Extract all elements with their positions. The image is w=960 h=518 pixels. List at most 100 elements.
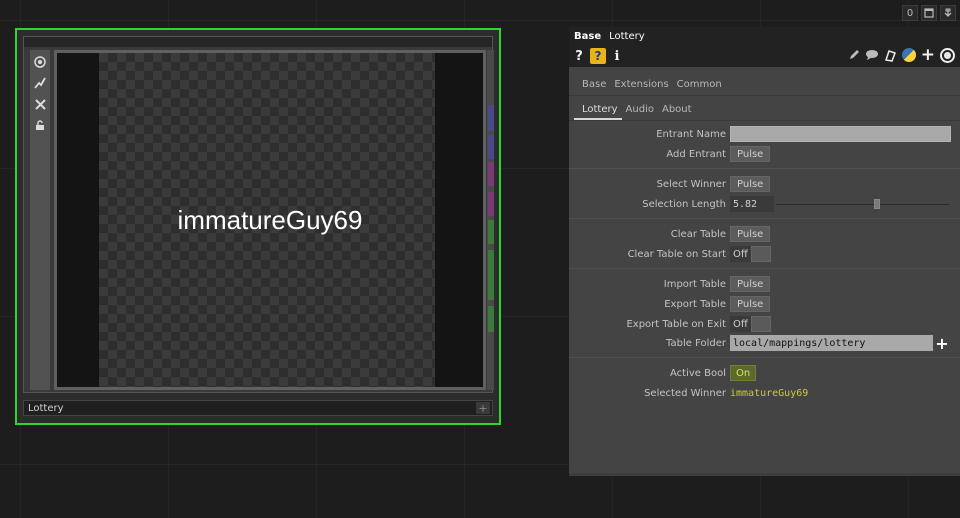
param-export-table-on-exit: Export Table on Exit Off (569, 315, 960, 333)
node-header[interactable] (24, 37, 492, 47)
output-connector[interactable] (488, 105, 494, 131)
window-icon[interactable] (921, 5, 937, 21)
clear-table-on-start-toggle[interactable]: Off (730, 246, 771, 262)
node-body: immatureGuy69 (23, 36, 494, 393)
viewer-canvas: immatureGuy69 (57, 53, 483, 387)
clear-table-pulse-button[interactable]: Pulse (730, 226, 771, 242)
group-divider (569, 268, 960, 269)
group-divider (569, 218, 960, 219)
tab-about[interactable]: About (658, 100, 696, 118)
page-tabs-row-2: Lottery Audio About (569, 99, 960, 120)
node-flag-icons (30, 50, 50, 390)
add-entrant-pulse-button[interactable]: Pulse (730, 146, 771, 162)
output-connector[interactable] (488, 220, 494, 244)
tab-common[interactable]: Common (673, 75, 726, 93)
pencil-icon[interactable] (848, 47, 860, 63)
select-winner-pulse-button[interactable]: Pulse (730, 176, 771, 192)
folder-browse-icon[interactable]: + (935, 334, 949, 353)
viewer-winner-text: immatureGuy69 (177, 205, 363, 235)
parameter-panel: Base Lottery ? ? i + Base Extensions Com (569, 27, 960, 476)
node-name[interactable]: Lottery (24, 403, 476, 414)
table-folder-field[interactable]: local/mappings/lottery (730, 335, 933, 351)
param-label: Select Winner (656, 178, 726, 190)
selection-length-slider[interactable] (774, 196, 949, 212)
slider-track-line (776, 204, 949, 205)
clone-icon[interactable] (884, 47, 897, 63)
parameter-panel-header: Base Lottery ? ? i + (569, 27, 960, 67)
op-type-label: Base (574, 31, 602, 42)
param-clear-table: Clear Table Pulse (569, 225, 960, 243)
viewer-active-icon[interactable] (32, 53, 48, 71)
param-label: Clear Table (670, 228, 726, 240)
tab-audio[interactable]: Audio (622, 100, 658, 118)
tab-extensions[interactable]: Extensions (610, 75, 672, 93)
output-connector[interactable] (488, 162, 494, 186)
param-table-folder: Table Folder local/mappings/lottery + (569, 334, 960, 353)
lottery-node[interactable]: immatureGuy69 Lottery + (15, 28, 501, 425)
panel-right-icons: + (848, 45, 955, 65)
group-divider (569, 357, 960, 358)
add-icon[interactable]: + (921, 45, 935, 65)
param-label: Selected Winner (644, 387, 726, 399)
tabs-divider (569, 120, 960, 121)
panel-bottom-edge (569, 473, 960, 476)
param-add-entrant: Add Entrant Pulse (569, 145, 960, 163)
export-table-on-exit-toggle[interactable]: Off (730, 316, 771, 332)
param-select-winner: Select Winner Pulse (569, 175, 960, 193)
comment-icon[interactable] (865, 47, 879, 63)
param-label: Active Bool (670, 367, 726, 379)
panel-title: Base Lottery (574, 31, 645, 42)
toggle-value: Off (730, 316, 751, 332)
node-footer: Lottery + (23, 400, 493, 416)
op-name-label[interactable]: Lottery (609, 31, 645, 42)
bypass-icon[interactable] (32, 74, 48, 92)
output-connector[interactable] (488, 135, 494, 159)
param-clear-table-on-start: Clear Table on Start Off (569, 245, 960, 263)
export-table-pulse-button[interactable]: Pulse (730, 296, 771, 312)
import-table-pulse-button[interactable]: Pulse (730, 276, 771, 292)
selection-length-field[interactable]: 5.82 (730, 196, 774, 212)
plus-icon[interactable]: + (476, 402, 490, 415)
lock-icon[interactable] (32, 116, 48, 134)
param-label: Clear Table on Start (627, 248, 726, 260)
node-viewer[interactable]: immatureGuy69 (54, 50, 486, 390)
param-label: Selection Length (642, 198, 726, 210)
param-label: Table Folder (666, 337, 726, 349)
entrant-name-field[interactable] (730, 126, 951, 142)
group-divider (569, 168, 960, 169)
param-label: Export Table on Exit (626, 318, 726, 330)
param-selected-winner: Selected Winner immatureGuy69 (569, 384, 960, 402)
output-connector[interactable] (488, 192, 494, 216)
param-label: Entrant Name (656, 128, 726, 140)
param-label: Add Entrant (666, 148, 726, 160)
toggle-value: Off (730, 246, 751, 262)
param-export-table: Export Table Pulse (569, 295, 960, 313)
toggle-box[interactable] (750, 316, 771, 332)
target-icon[interactable] (940, 47, 955, 63)
network-toolbar: 0 (902, 5, 956, 21)
node-output-connectors (487, 50, 494, 390)
page-tabs-row-1: Base Extensions Common (569, 74, 960, 94)
tab-lottery[interactable]: Lottery (574, 100, 622, 120)
param-selection-length: Selection Length 5.82 (569, 195, 960, 213)
param-import-table: Import Table Pulse (569, 275, 960, 293)
info-icon[interactable]: i (611, 48, 623, 64)
param-label: Import Table (663, 278, 726, 290)
counter-button[interactable]: 0 (902, 5, 918, 21)
param-entrant-name: Entrant Name (569, 125, 960, 143)
active-bool-toggle[interactable]: On (730, 365, 757, 381)
close-icon[interactable] (32, 95, 48, 113)
output-connector[interactable] (488, 250, 494, 300)
toggle-box[interactable] (750, 246, 771, 262)
panel-left-icons: ? ? i (573, 48, 623, 64)
tabs-divider (569, 95, 960, 96)
pin-down-icon[interactable] (940, 5, 956, 21)
param-active-bool: Active Bool On (569, 364, 960, 382)
output-connector[interactable] (488, 306, 494, 332)
help-icon[interactable]: ? (573, 48, 585, 64)
python-icon[interactable] (901, 48, 916, 62)
param-label: Export Table (664, 298, 726, 310)
tab-base[interactable]: Base (578, 75, 610, 93)
slider-handle[interactable] (874, 199, 880, 209)
python-help-icon[interactable]: ? (590, 48, 606, 64)
